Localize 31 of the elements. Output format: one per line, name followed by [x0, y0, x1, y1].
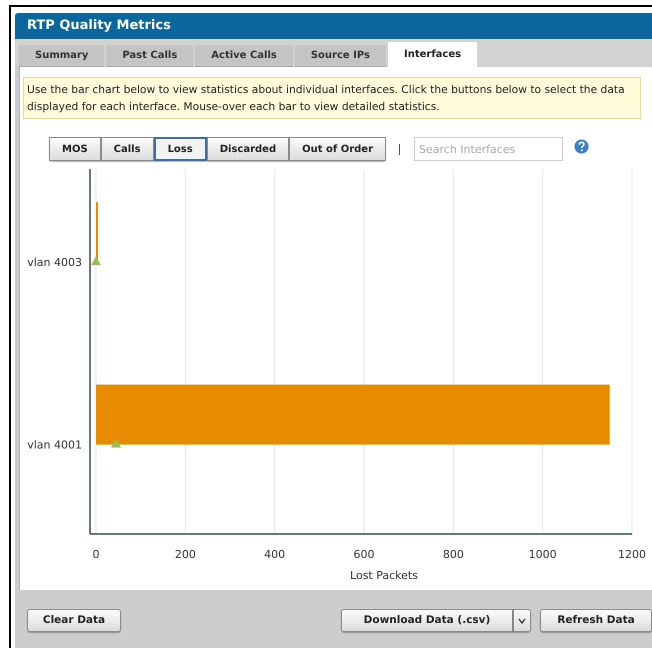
metric-button[interactable]: Out of Order [289, 137, 386, 161]
clear-data-button[interactable]: Clear Data [27, 609, 121, 632]
metric-button[interactable]: Discarded [206, 137, 290, 161]
tick-label: 1000 [528, 548, 557, 561]
tick-label: 400 [264, 548, 286, 561]
tab[interactable]: Source IPs [294, 45, 386, 67]
triangle-marker[interactable] [111, 438, 122, 448]
tick-label: 1200 [618, 548, 646, 561]
tick-label: 800 [442, 548, 464, 561]
help-icon[interactable] [574, 138, 589, 154]
tab[interactable]: Interfaces [388, 42, 478, 67]
dropdown-button[interactable] [513, 609, 531, 632]
title-bar: RTP Quality Metrics [15, 13, 652, 39]
tick-label: 600 [354, 548, 374, 561]
axis-title: Lost Packets [350, 569, 418, 582]
metric-button[interactable]: Loss [154, 137, 207, 161]
info-message: Use the bar chart below to view statistics about individual interfaces. Click the buttons below to select the data displayed for each interface. Mouse-over each bar to view detailed statistics. [23, 77, 641, 119]
metric-button[interactable]: MOS [49, 137, 101, 161]
search-field[interactable]: Search Interfaces [414, 137, 563, 161]
category-label: vlan 4001 [27, 438, 82, 452]
chevron-down-icon [518, 618, 526, 624]
tab[interactable]: Summary [19, 45, 104, 67]
category-label: vlan 4003 [27, 256, 82, 270]
tab[interactable]: Active Calls [195, 45, 293, 67]
metric-button[interactable]: Calls [100, 137, 154, 161]
tick-label: 0 [92, 548, 100, 561]
download-data-button[interactable]: Download Data (.csv) [341, 609, 513, 632]
tick-label: 200 [174, 548, 196, 561]
refresh-data-button[interactable]: Refresh Data [540, 609, 652, 632]
tab[interactable]: Past Calls [106, 45, 194, 67]
triangle-marker[interactable] [91, 256, 101, 266]
